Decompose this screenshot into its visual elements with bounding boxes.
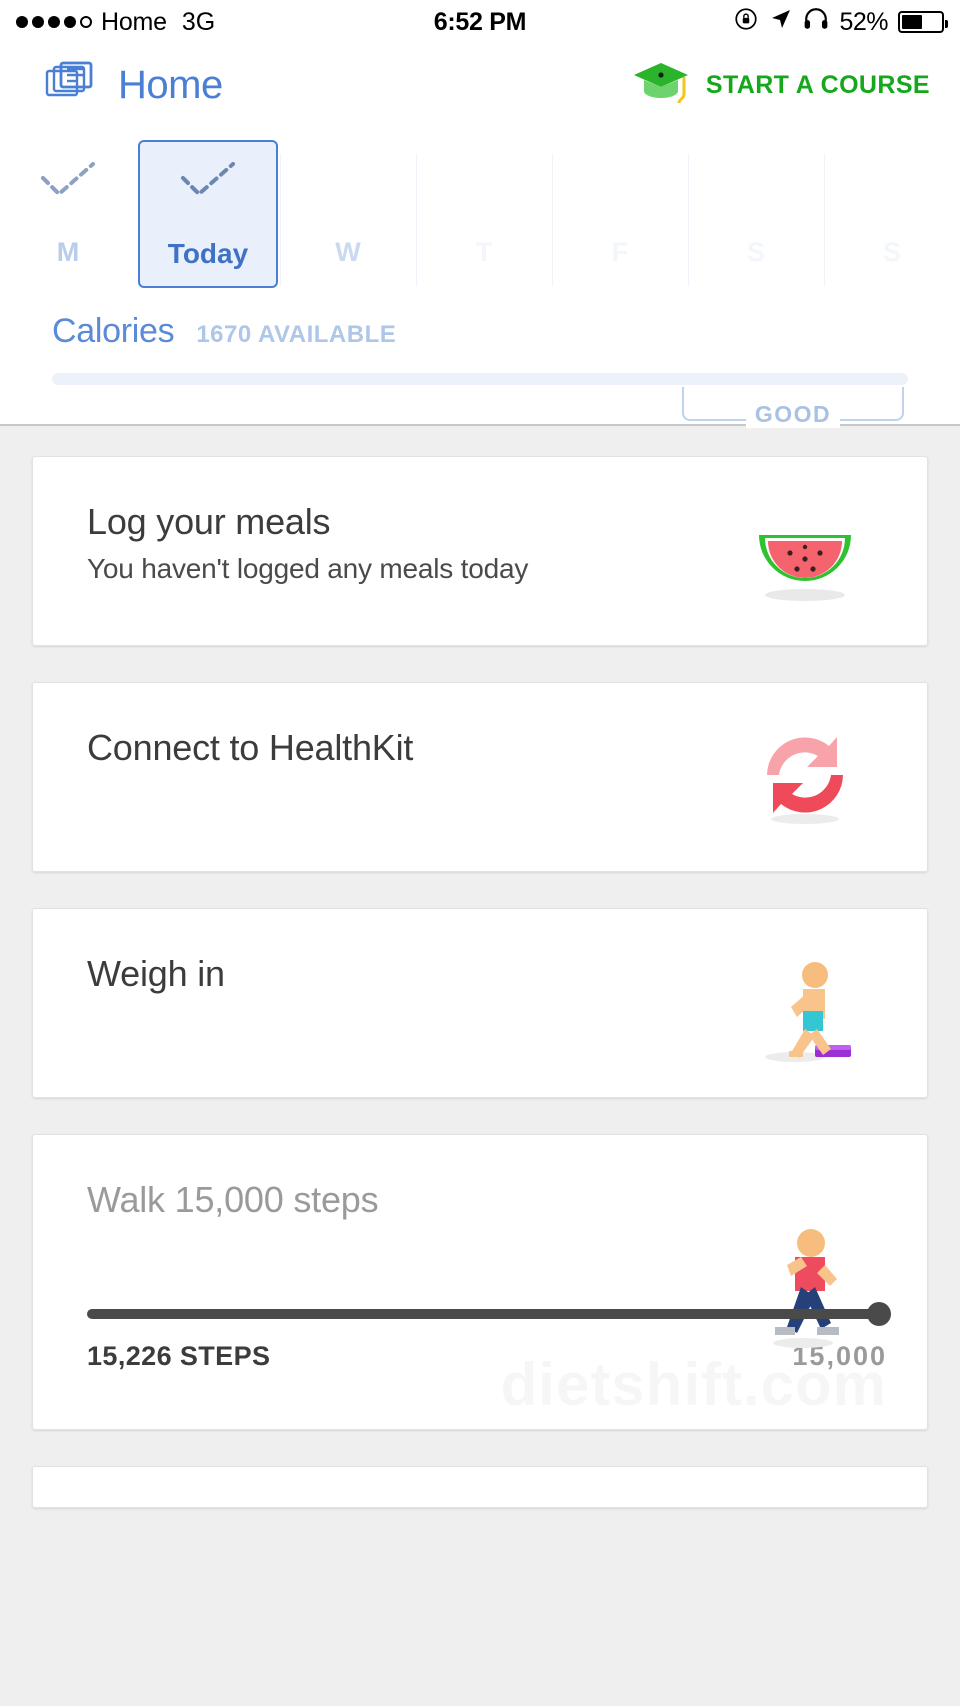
status-bar-left: Home 3G	[16, 8, 215, 37]
watermelon-icon	[745, 491, 865, 611]
calories-title: Calories	[52, 312, 175, 350]
location-arrow-icon	[769, 7, 793, 38]
steps-progress[interactable]	[87, 1302, 891, 1326]
steps-progress-knob[interactable]	[867, 1302, 891, 1326]
card-next-partial[interactable]	[32, 1466, 928, 1508]
headphones-icon	[803, 7, 829, 38]
day-cell-w-2[interactable]: W	[280, 140, 416, 286]
calories-available-label: 1670 AVAILABLE	[196, 321, 397, 348]
card-log-meals[interactable]: Log your meals You haven't logged any me…	[32, 456, 928, 646]
day-label: S	[882, 237, 901, 267]
day-cell-f-4[interactable]: F	[552, 140, 688, 286]
day-label: T	[475, 237, 493, 267]
battery-percent-label: 52%	[839, 7, 888, 36]
walking-person-icon	[745, 1221, 865, 1348]
day-cell-s-6[interactable]: S	[824, 140, 960, 286]
stacked-cards-icon[interactable]	[44, 58, 96, 113]
day-selector[interactable]: M Today W T F S S	[0, 126, 960, 288]
day-cell-m-0[interactable]: M	[0, 140, 136, 286]
sync-arrows-icon	[745, 723, 865, 843]
calories-good-range-bracket: GOOD	[682, 385, 904, 428]
day-cell-s-5[interactable]: S	[688, 140, 824, 286]
card-weigh-in[interactable]: Weigh in	[32, 908, 928, 1098]
card-walk-steps[interactable]: Walk 15,000 steps 15,226 STEPS 15,000 di…	[32, 1134, 928, 1430]
header-home-group[interactable]: Home	[44, 58, 223, 113]
calories-section: Calories 1670 AVAILABLE GOOD	[0, 276, 960, 428]
cards-list: Log your meals You haven't logged any me…	[0, 426, 960, 1508]
status-bar-right: 52%	[733, 6, 948, 39]
steps-current-label: 15,226 STEPS	[87, 1341, 271, 1371]
page-title: Home	[118, 62, 223, 107]
start-course-button[interactable]: START A COURSE	[630, 57, 930, 114]
card-connect-healthkit[interactable]: Connect to HealthKit	[32, 682, 928, 872]
steps-progress-track[interactable]	[87, 1309, 887, 1319]
app-header: Home START A COURSE	[0, 44, 960, 126]
day-label: F	[611, 237, 629, 267]
rotation-lock-icon	[733, 6, 759, 39]
day-cell-today-1[interactable]: Today	[138, 140, 278, 288]
status-bar: Home 3G 6:52 PM 52%	[0, 0, 960, 44]
person-on-scale-icon	[745, 949, 865, 1069]
dashed-check-icon	[177, 158, 239, 204]
start-course-label: START A COURSE	[705, 70, 930, 99]
carrier-label: Home	[101, 7, 167, 36]
card-title: Walk 15,000 steps	[87, 1179, 379, 1220]
calories-bar-wrap: GOOD	[52, 373, 908, 428]
calories-header-row: Calories 1670 AVAILABLE	[52, 312, 908, 351]
calories-range-label: GOOD	[745, 401, 841, 428]
dashed-check-icon	[37, 158, 99, 204]
day-label: Today	[167, 238, 249, 269]
day-label: M	[56, 237, 80, 267]
battery-icon	[898, 11, 948, 33]
day-label: S	[746, 237, 765, 267]
network-type-label: 3G	[181, 7, 216, 36]
signal-strength-icon	[16, 16, 92, 28]
graduation-cap-icon	[630, 57, 692, 114]
calories-progress-bar	[52, 373, 908, 385]
day-cell-t-3[interactable]: T	[416, 140, 552, 286]
day-label: W	[335, 237, 361, 267]
